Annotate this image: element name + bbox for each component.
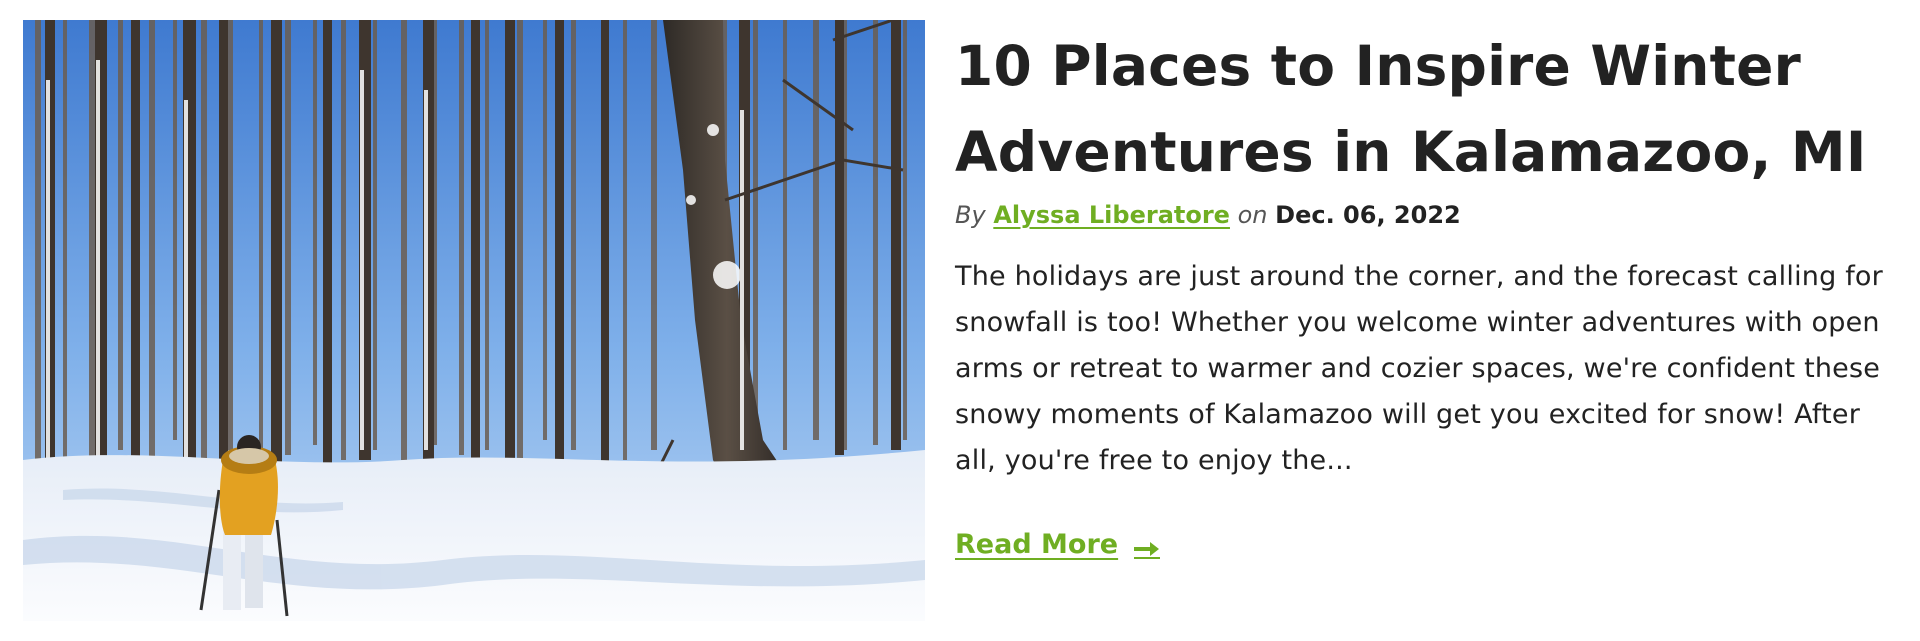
article-thumbnail[interactable]: [23, 20, 925, 621]
read-more-link[interactable]: Read More: [955, 527, 1162, 563]
byline-by-text: By: [955, 201, 986, 229]
article-card: 10 Places to Inspire Winter Adventures i…: [23, 20, 1897, 622]
article-byline: By Alyssa Liberatore on Dec. 06, 2022: [955, 198, 1895, 232]
arrow-right-icon: [1132, 534, 1162, 559]
article-excerpt: The holidays are just around the corner,…: [955, 261, 1883, 476]
byline-on-text: on: [1237, 201, 1268, 229]
article-content: 10 Places to Inspire Winter Adventures i…: [955, 20, 1895, 563]
article-date: Dec. 06, 2022: [1275, 201, 1461, 229]
winter-forest-image: [23, 20, 925, 621]
article-title[interactable]: 10 Places to Inspire Winter Adventures i…: [955, 20, 1895, 195]
author-link[interactable]: Alyssa Liberatore: [993, 201, 1230, 229]
read-more-label: Read More: [955, 529, 1119, 560]
